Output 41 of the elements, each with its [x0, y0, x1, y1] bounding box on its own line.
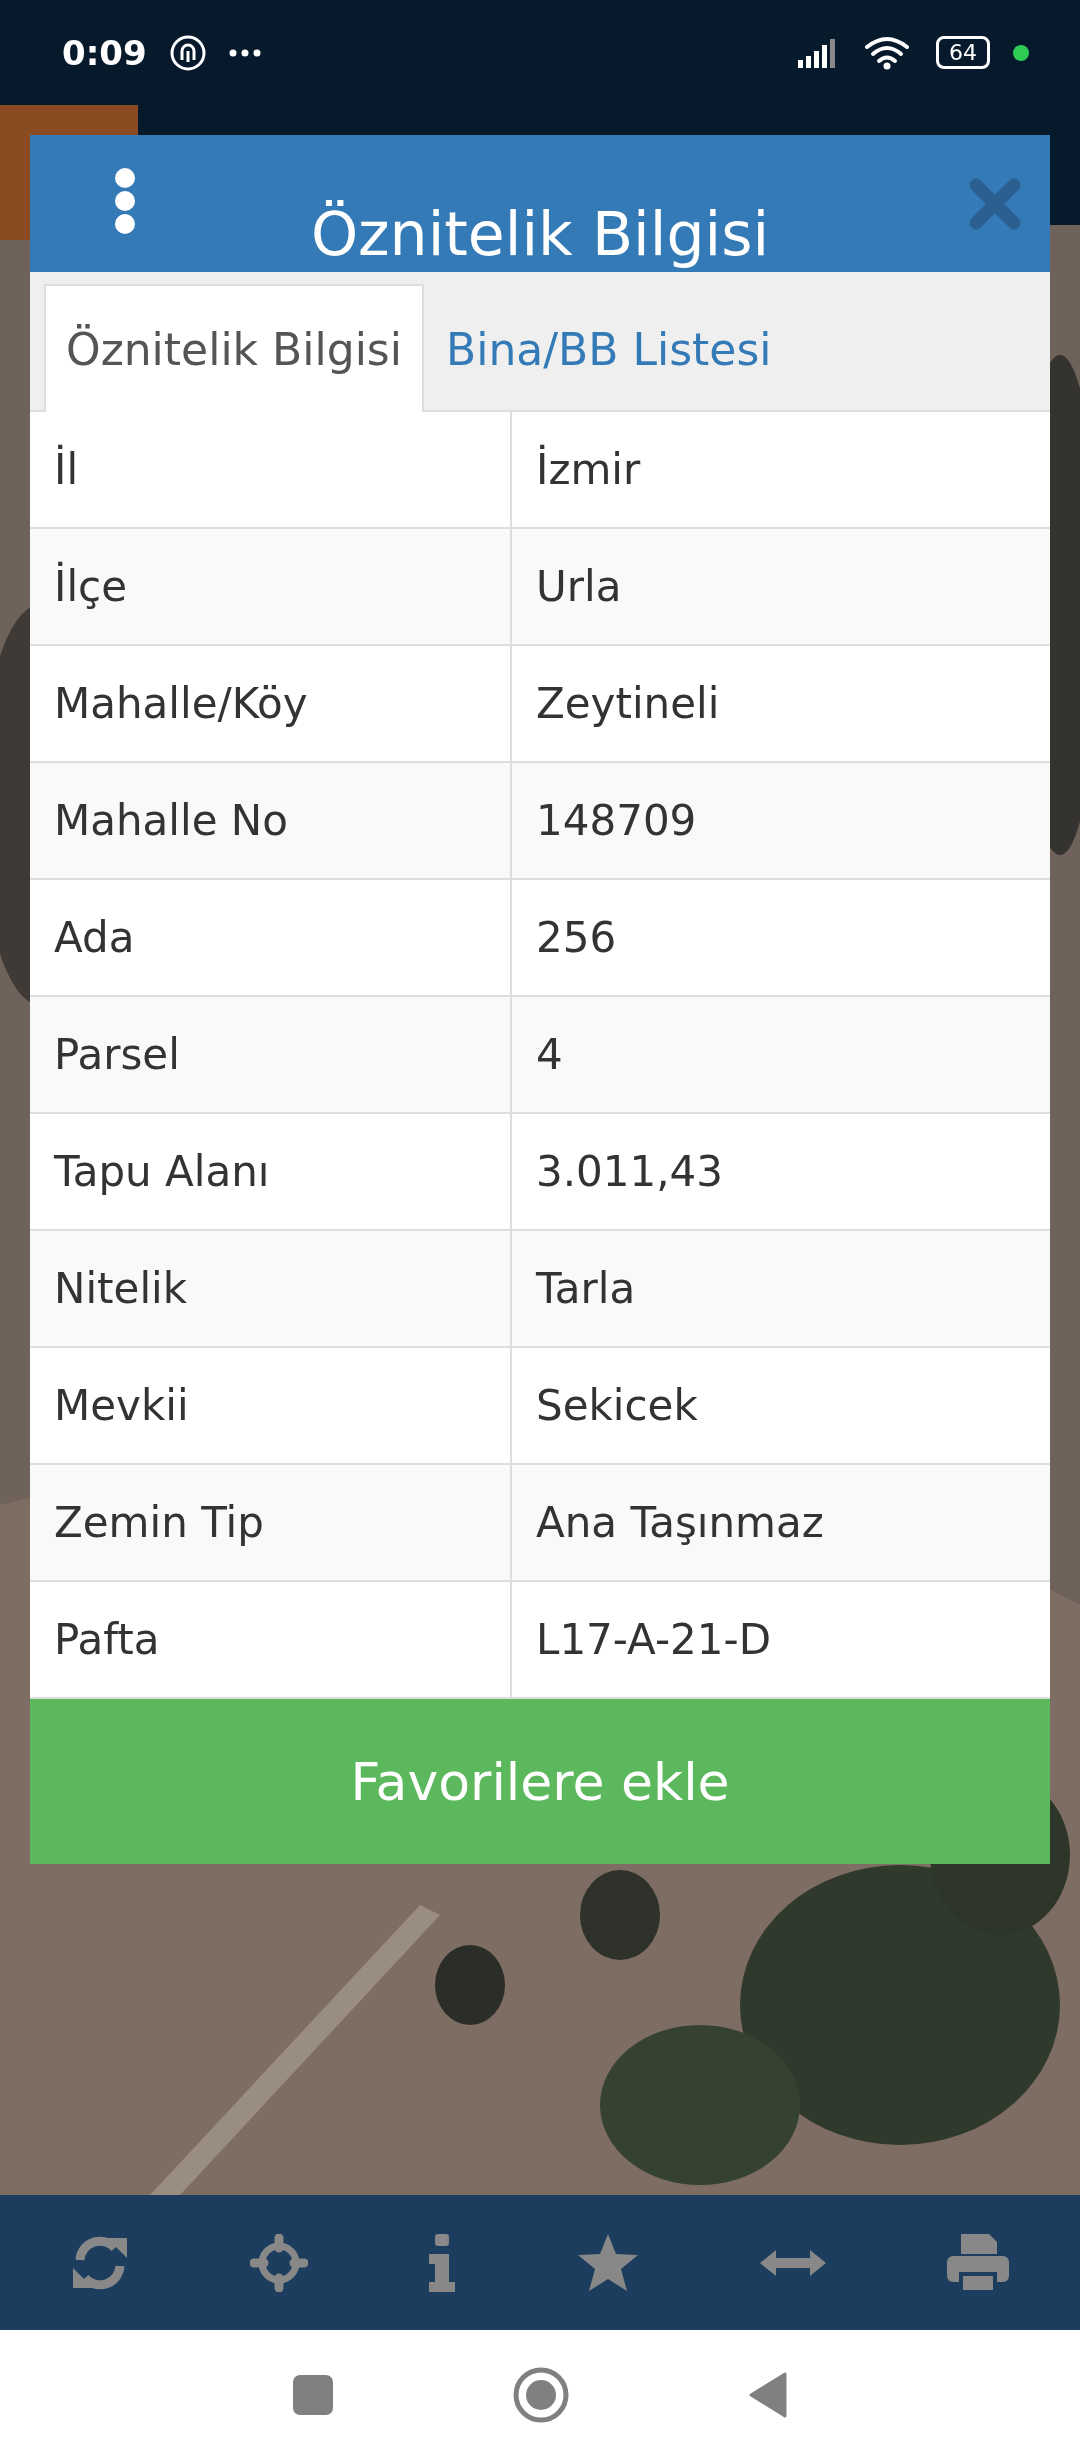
table-cell: Mevkii [30, 1348, 512, 1463]
table-cell: Pafta [30, 1582, 512, 1697]
table-cell-text: 148709 [535, 795, 698, 847]
more-icon [228, 48, 261, 57]
table-cell-text: 4 [535, 1029, 564, 1081]
table-cell-text: Zeytineli [535, 678, 721, 730]
table-cell: Nitelik [30, 1231, 512, 1346]
dialog-title: Öznitelik Bilgisi [310, 198, 770, 271]
table-cell-text: Tarla [535, 1263, 637, 1315]
recents-icon[interactable] [293, 2375, 333, 2415]
table-cell-text: 256 [535, 912, 618, 964]
wifi-icon [864, 35, 910, 70]
table-cell-text: Ana Taşınmaz [535, 1497, 825, 1549]
status-dot-icon [1012, 43, 1030, 62]
printer-icon[interactable] [947, 2233, 1010, 2292]
table-cell-text: L17-A-21-D [535, 1614, 772, 1666]
crosshair-icon[interactable] [250, 2233, 308, 2292]
tab[interactable]: Öznitelik Bilgisi [44, 284, 424, 412]
back-icon[interactable] [749, 2372, 787, 2418]
fingerprint-icon [168, 33, 207, 72]
battery-level: 64 [936, 36, 990, 69]
table-cell: İl [30, 412, 512, 527]
menu-icon[interactable] [114, 167, 136, 235]
table-cell-text: Sekicek [535, 1380, 699, 1432]
clock-time: 0:09 [62, 32, 147, 73]
table-cell: İlçe [30, 529, 512, 644]
table-cell-text: 3.011,43 [535, 1146, 725, 1198]
table-cell: Mahalle/Köy [30, 646, 512, 761]
home-icon[interactable] [513, 2367, 569, 2423]
table-cell: Mahalle No [30, 763, 512, 878]
info-icon[interactable] [429, 2233, 456, 2292]
tab[interactable]: Bina/BB Listesi [424, 284, 794, 412]
table-cell: Ada [30, 880, 512, 995]
table-cell: Parsel [30, 997, 512, 1112]
table-cell-text: Urla [535, 561, 623, 613]
double-arrow-icon[interactable] [759, 2248, 826, 2277]
table-cell: Tapu Alanı [30, 1114, 512, 1229]
star-icon[interactable] [576, 2232, 639, 2293]
add-favorites-button[interactable]: Favorilere ekle [30, 1699, 1050, 1864]
table-cell: Zemin Tip [30, 1465, 512, 1580]
table-cell-text: İzmir [535, 443, 642, 496]
